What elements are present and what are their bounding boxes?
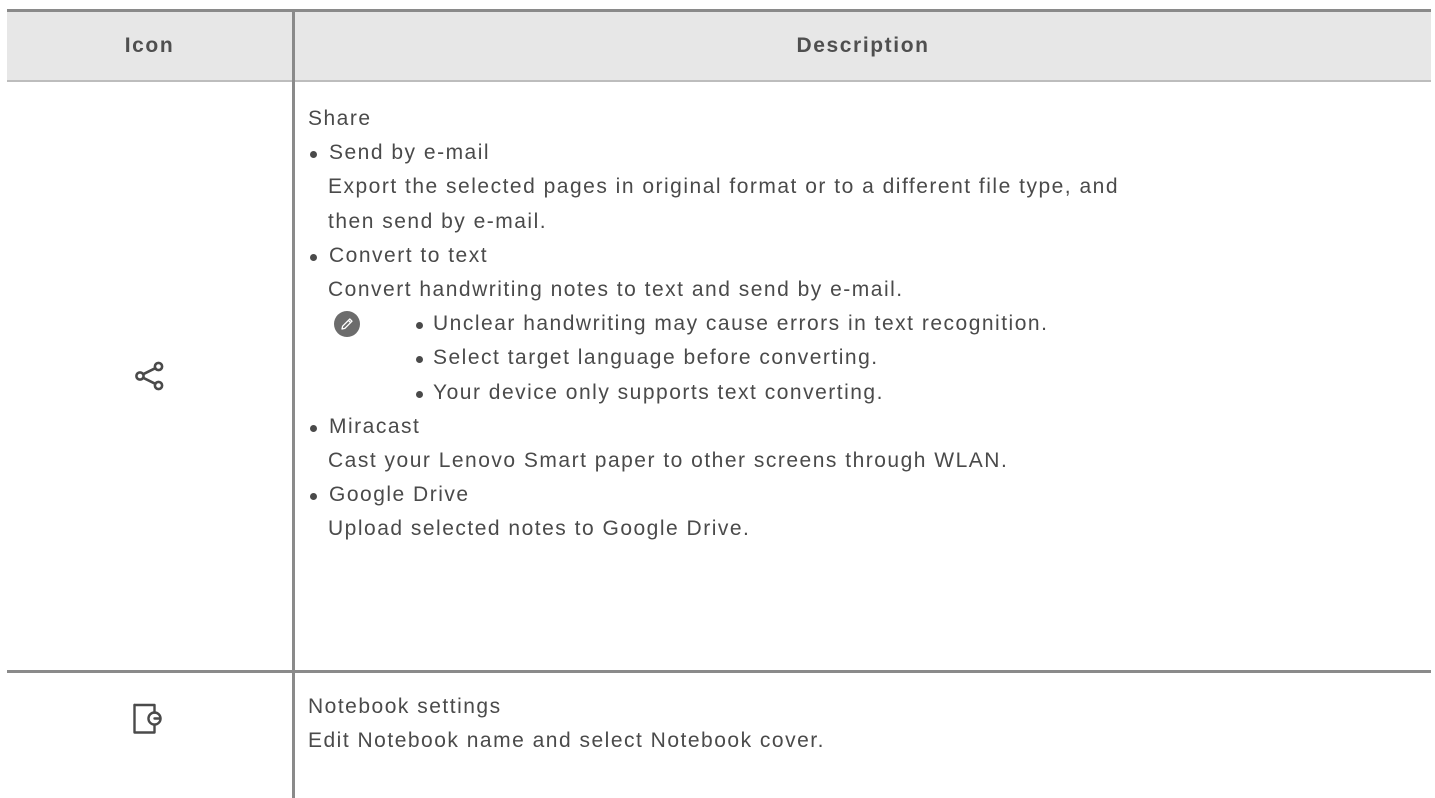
notebook-settings-icon <box>132 702 162 736</box>
column-divider <box>292 9 295 798</box>
table-row-notebook-icon-cell <box>7 673 292 798</box>
header-description-column: Description <box>796 34 930 57</box>
note-item: Unclear handwriting may cause errors in … <box>308 307 1418 341</box>
table-row-notebook-description: Notebook settings Edit Notebook name and… <box>308 690 1418 758</box>
share-title: Share <box>308 107 372 130</box>
notebook-settings-title: Notebook settings <box>308 695 502 718</box>
note-item: Your device only supports text convertin… <box>308 376 1418 410</box>
send-by-email-text-line-2: then send by e-mail. <box>328 209 548 233</box>
list-item-miracast: Miracast <box>308 410 1418 444</box>
icon-description-table: Icon Description Share Send by e-mail Ex… <box>7 9 1431 798</box>
header-icon-column: Icon <box>124 34 175 57</box>
notebook-settings-text-line-1: Edit Notebook name and select Notebook c… <box>308 729 825 753</box>
miracast-text-line-1: Cast your Lenovo Smart paper to other sc… <box>328 448 1009 472</box>
table-row-share-icon-cell <box>7 82 292 670</box>
google-drive-text-line-1: Upload selected notes to Google Drive. <box>328 517 751 541</box>
list-item-send-by-email: Send by e-mail <box>308 136 1418 170</box>
table-row-share-description: Share Send by e-mail Export the selected… <box>308 102 1418 546</box>
send-by-email-text-line-1: Export the selected pages in original fo… <box>328 175 1120 199</box>
note-item: Select target language before converting… <box>308 341 1418 375</box>
list-item-convert-to-text: Convert to text <box>308 239 1418 273</box>
convert-to-text-note: Unclear handwriting may cause errors in … <box>308 307 1418 410</box>
list-item-google-drive: Google Drive <box>308 478 1418 512</box>
share-icon <box>134 360 166 392</box>
convert-to-text-text-line-1: Convert handwriting notes to text and se… <box>328 277 904 301</box>
